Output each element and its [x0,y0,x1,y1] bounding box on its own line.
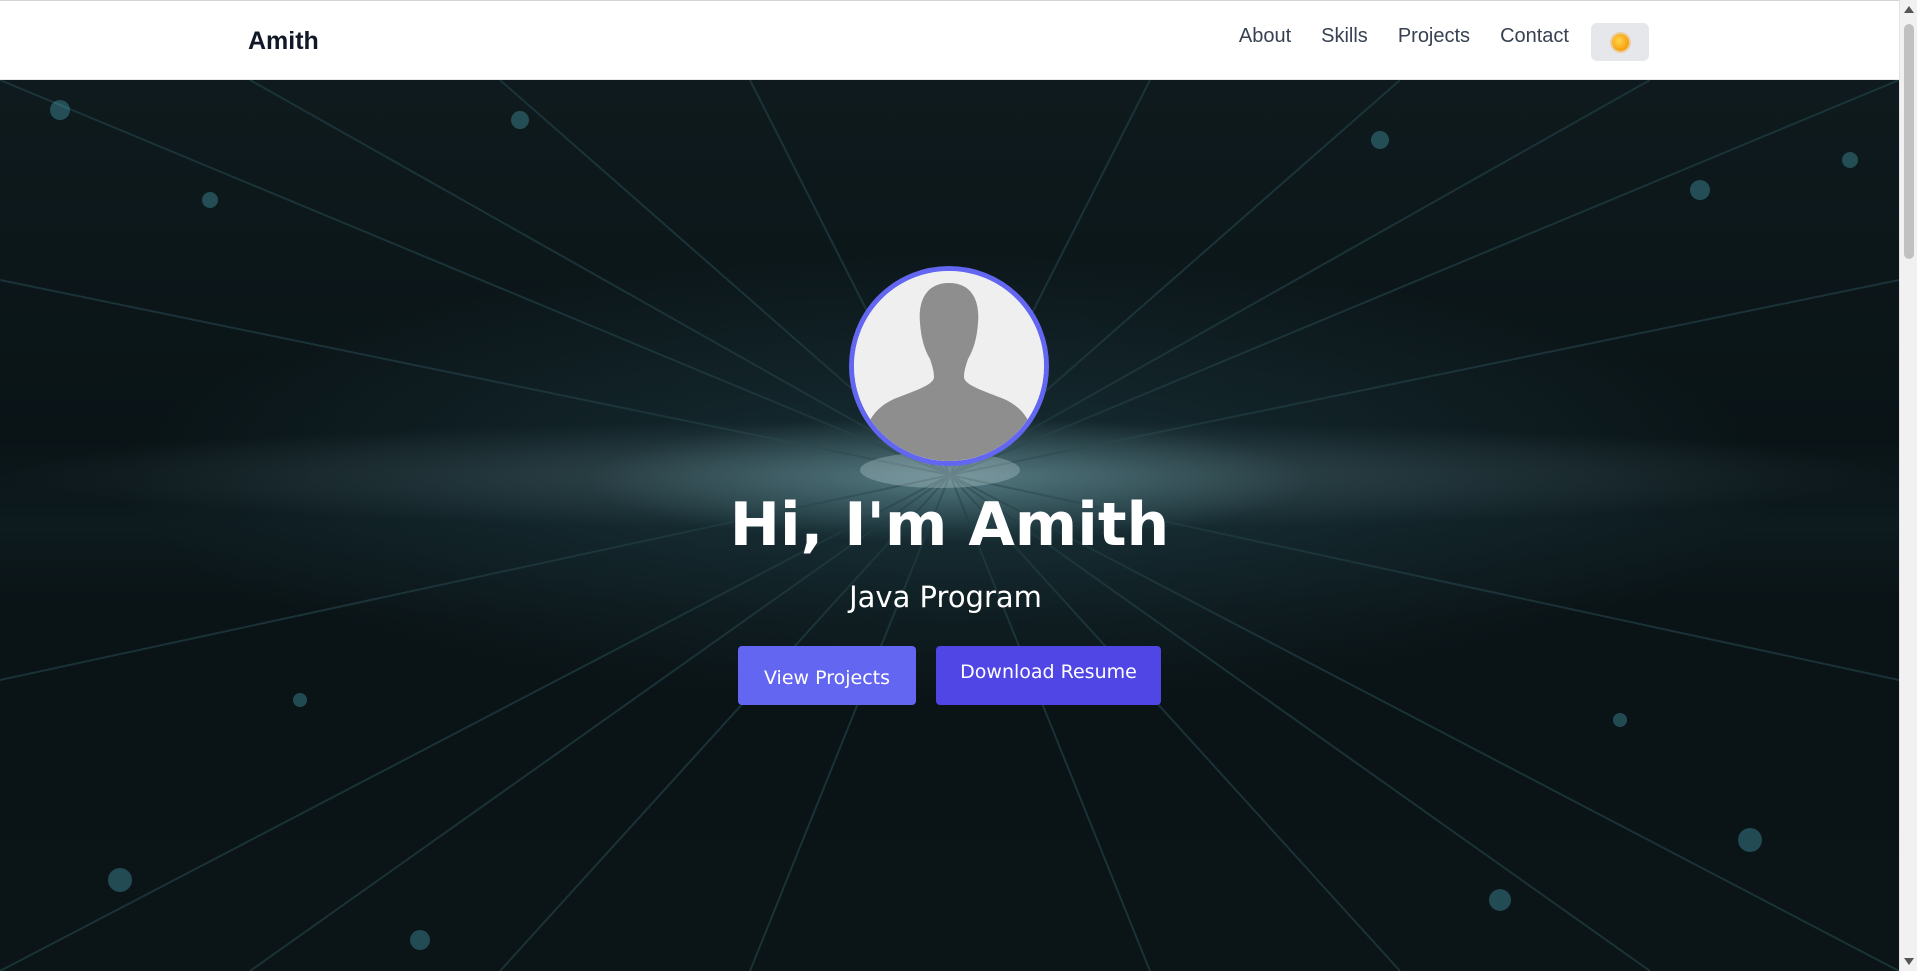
brand-logo[interactable]: Amith [248,27,319,56]
hero-title: Hi, I'm Amith [729,490,1170,560]
navbar: Amith About Skills Projects Contact [0,0,1899,80]
scroll-up-arrow-icon[interactable] [1904,6,1914,13]
view-projects-button[interactable]: View Projects [738,646,916,705]
scroll-down-arrow-icon[interactable] [1904,958,1914,965]
nav-link-projects[interactable]: Projects [1398,25,1470,48]
hero-section: Hi, I'm Amith Java Program View Projects… [0,80,1899,971]
download-resume-button[interactable]: Download Resume [936,646,1161,705]
scrollbar-thumb[interactable] [1904,24,1914,259]
avatar [849,266,1049,466]
nav-link-contact[interactable]: Contact [1500,25,1569,48]
nav-links: About Skills Projects Contact [1209,25,1569,48]
vertical-scrollbar[interactable] [1899,0,1917,971]
nav-link-about[interactable]: About [1239,25,1291,48]
page: Amith About Skills Projects Contact Hi, … [0,0,1917,971]
hero-subtitle: Java Program [849,580,1042,614]
theme-toggle-button[interactable] [1591,23,1649,61]
nav-link-skills[interactable]: Skills [1321,25,1368,48]
user-silhouette-icon [854,271,1044,461]
sun-icon [1611,33,1629,51]
